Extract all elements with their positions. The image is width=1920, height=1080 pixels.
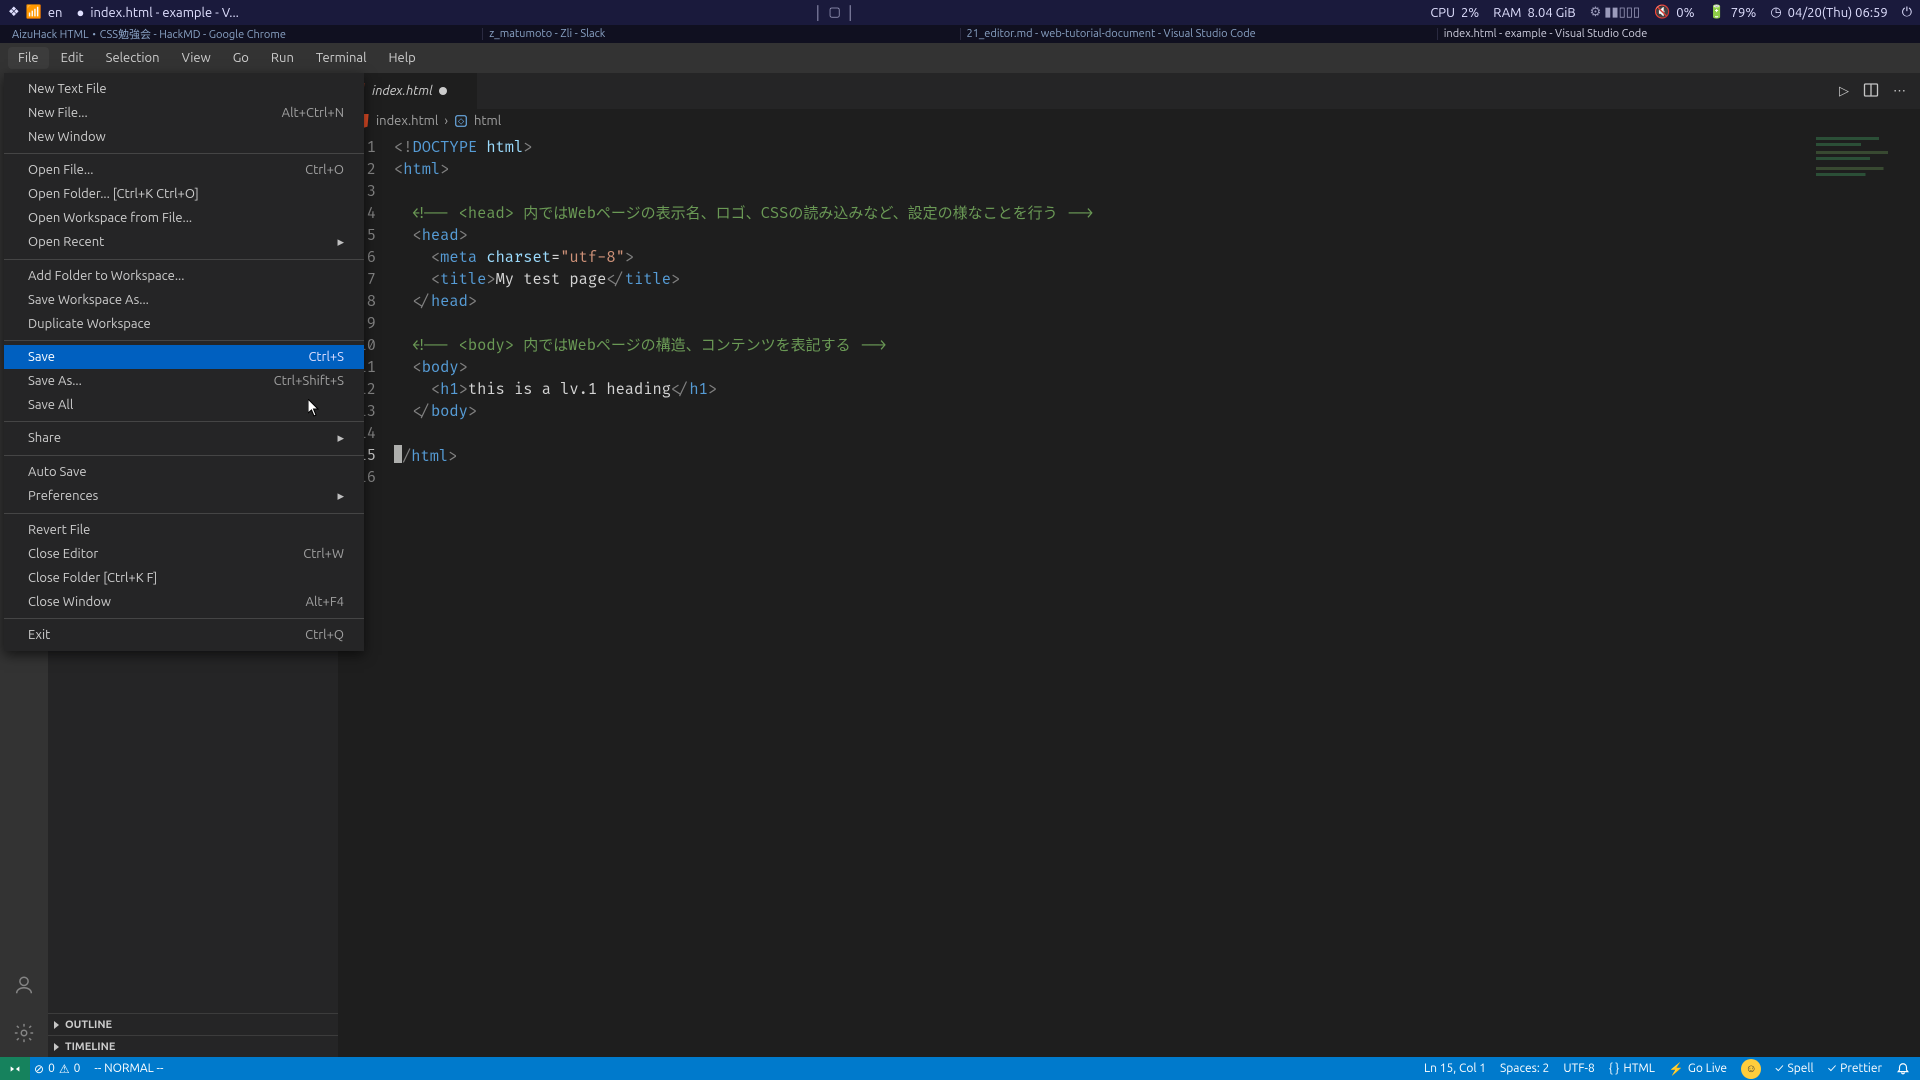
timeline-section[interactable]: TIMELINE [48, 1035, 338, 1057]
file-menu-item[interactable]: Open File...Ctrl+O [4, 158, 364, 182]
window-dot-icon: ● [76, 5, 84, 20]
file-menu-item[interactable]: SaveCtrl+S [4, 345, 364, 369]
battery-icon: 🔋 [1709, 5, 1725, 20]
file-menu-item[interactable]: ExitCtrl+Q [4, 623, 364, 647]
text-cursor [394, 445, 402, 463]
taskbar-slot-0[interactable]: AizuHack HTML・CSS勉強会 - HackMD - Google C… [6, 26, 482, 42]
cpu-value: 2% [1461, 6, 1479, 20]
go-live[interactable]: ⚡Go Live [1669, 1062, 1727, 1076]
menubar: File Edit Selection View Go Run Terminal… [0, 43, 1920, 73]
menu-selection[interactable]: Selection [96, 47, 170, 69]
encoding[interactable]: UTF-8 [1563, 1062, 1594, 1075]
run-icon[interactable]: ▷ [1839, 84, 1849, 99]
svg-text:◇: ◇ [458, 118, 465, 126]
active-window-title: index.html - example - V... [90, 6, 239, 20]
editor-more-icon[interactable]: ⋯ [1893, 84, 1906, 99]
vim-mode: -- NORMAL -- [94, 1062, 163, 1075]
breadcrumb-file[interactable]: index.html [376, 114, 438, 128]
volume-icon[interactable]: 🔇 [1654, 5, 1670, 20]
indent-setting[interactable]: Spaces: 2 [1500, 1062, 1549, 1075]
clock-value: 04/20(Thu) 06:59 [1788, 6, 1888, 20]
menu-run[interactable]: Run [261, 47, 304, 69]
ram-value: 8.04 GiB [1527, 6, 1575, 20]
file-menu-item[interactable]: Add Folder to Workspace... [4, 264, 364, 288]
language-mode[interactable]: { }HTML [1609, 1062, 1655, 1075]
editor-area: index.html ▷ ⋯ index.html › ◇ html 12345… [338, 73, 1920, 1057]
split-editor-icon[interactable] [1863, 82, 1879, 101]
power-icon[interactable]: ⏻ [1902, 5, 1912, 20]
file-menu-item[interactable]: Close EditorCtrl+W [4, 542, 364, 566]
settings-gear-icon[interactable] [0, 1009, 48, 1057]
taskbar-slot-1[interactable]: z_matumoto - Zli - Slack [482, 28, 959, 40]
file-menu-item[interactable]: Auto Save [4, 460, 364, 484]
remote-indicator[interactable] [0, 1057, 30, 1080]
symbol-struct-icon: ◇ [454, 114, 468, 128]
file-menu-item[interactable]: Revert File [4, 518, 364, 542]
menu-terminal[interactable]: Terminal [306, 47, 377, 69]
breadcrumbs[interactable]: index.html › ◇ html [338, 109, 1920, 133]
spell-check[interactable]: ✓Spell [1775, 1062, 1814, 1075]
chevron-right-icon [54, 1043, 59, 1051]
tab-label: index.html [372, 84, 433, 98]
wifi-icon: 📶 [26, 5, 42, 20]
clock-icon: ◷ [1770, 5, 1781, 20]
file-menu-item[interactable]: Open Workspace from File... [4, 206, 364, 230]
breadcrumb-symbol[interactable]: html [474, 114, 501, 128]
file-menu-item[interactable]: New Window [4, 125, 364, 149]
battery-value: 79% [1731, 6, 1757, 20]
file-menu-dropdown: New Text FileNew File...Alt+Ctrl+NNew Wi… [4, 73, 364, 651]
minimap[interactable] [1816, 137, 1906, 187]
editor-tabs: index.html ▷ ⋯ [338, 73, 1920, 109]
tab-dirty-icon [439, 87, 447, 95]
file-menu-item[interactable]: Open Recent▸ [4, 230, 364, 255]
file-menu-item[interactable]: Share▸ [4, 426, 364, 451]
system-status-bar: ❖ 📶 en ● index.html - example - V... │▢│… [0, 0, 1920, 25]
outline-section[interactable]: OUTLINE [48, 1013, 338, 1035]
menu-help[interactable]: Help [378, 47, 425, 69]
prettier-status[interactable]: ✓Prettier [1828, 1062, 1882, 1075]
cursor-position[interactable]: Ln 15, Col 1 [1424, 1062, 1486, 1075]
os-menu-icon[interactable]: ❖ [8, 5, 20, 20]
status-bar: ⊘0 ⚠0 -- NORMAL -- Ln 15, Col 1 Spaces: … [0, 1057, 1920, 1080]
taskbar-slot-3[interactable]: index.html - example - Visual Studio Cod… [1437, 28, 1914, 40]
breadcrumb-sep-icon: › [444, 114, 448, 128]
chevron-right-icon [54, 1021, 59, 1029]
notifications-bell-icon[interactable] [1896, 1062, 1910, 1076]
file-menu-item[interactable]: New Text File [4, 77, 364, 101]
file-menu-item[interactable]: New File...Alt+Ctrl+N [4, 101, 364, 125]
volume-value: 0% [1676, 6, 1694, 20]
file-menu-item[interactable]: Close WindowAlt+F4 [4, 590, 364, 614]
editor-code-area[interactable]: 12345678 910111213141516 <!DOCTYPE html>… [338, 133, 1920, 1057]
ram-label: RAM [1493, 6, 1521, 20]
menu-go[interactable]: Go [223, 47, 259, 69]
menu-file[interactable]: File [8, 47, 49, 69]
file-menu-item[interactable]: Open Folder... [Ctrl+K Ctrl+O] [4, 182, 364, 206]
taskbar: AizuHack HTML・CSS勉強会 - HackMD - Google C… [0, 25, 1920, 43]
kbd-lang[interactable]: en [48, 6, 63, 20]
menu-view[interactable]: View [172, 47, 221, 69]
taskbar-slot-2[interactable]: 21_editor.md - web-tutorial-document - V… [960, 28, 1437, 40]
file-menu-item[interactable]: Duplicate Workspace [4, 312, 364, 336]
file-menu-item[interactable]: Save As...Ctrl+Shift+S [4, 369, 364, 393]
problems-indicator[interactable]: ⊘0 ⚠0 [34, 1062, 80, 1076]
file-menu-item[interactable]: Save All [4, 393, 364, 417]
cpu-label: CPU [1430, 6, 1455, 20]
file-menu-item[interactable]: Close Folder [Ctrl+K F] [4, 566, 364, 590]
menu-edit[interactable]: Edit [51, 47, 94, 69]
file-menu-item[interactable]: Preferences▸ [4, 484, 364, 509]
file-menu-item[interactable]: Save Workspace As... [4, 288, 364, 312]
accounts-icon[interactable] [0, 961, 48, 1009]
copilot-icon[interactable]: ☺ [1741, 1059, 1761, 1079]
